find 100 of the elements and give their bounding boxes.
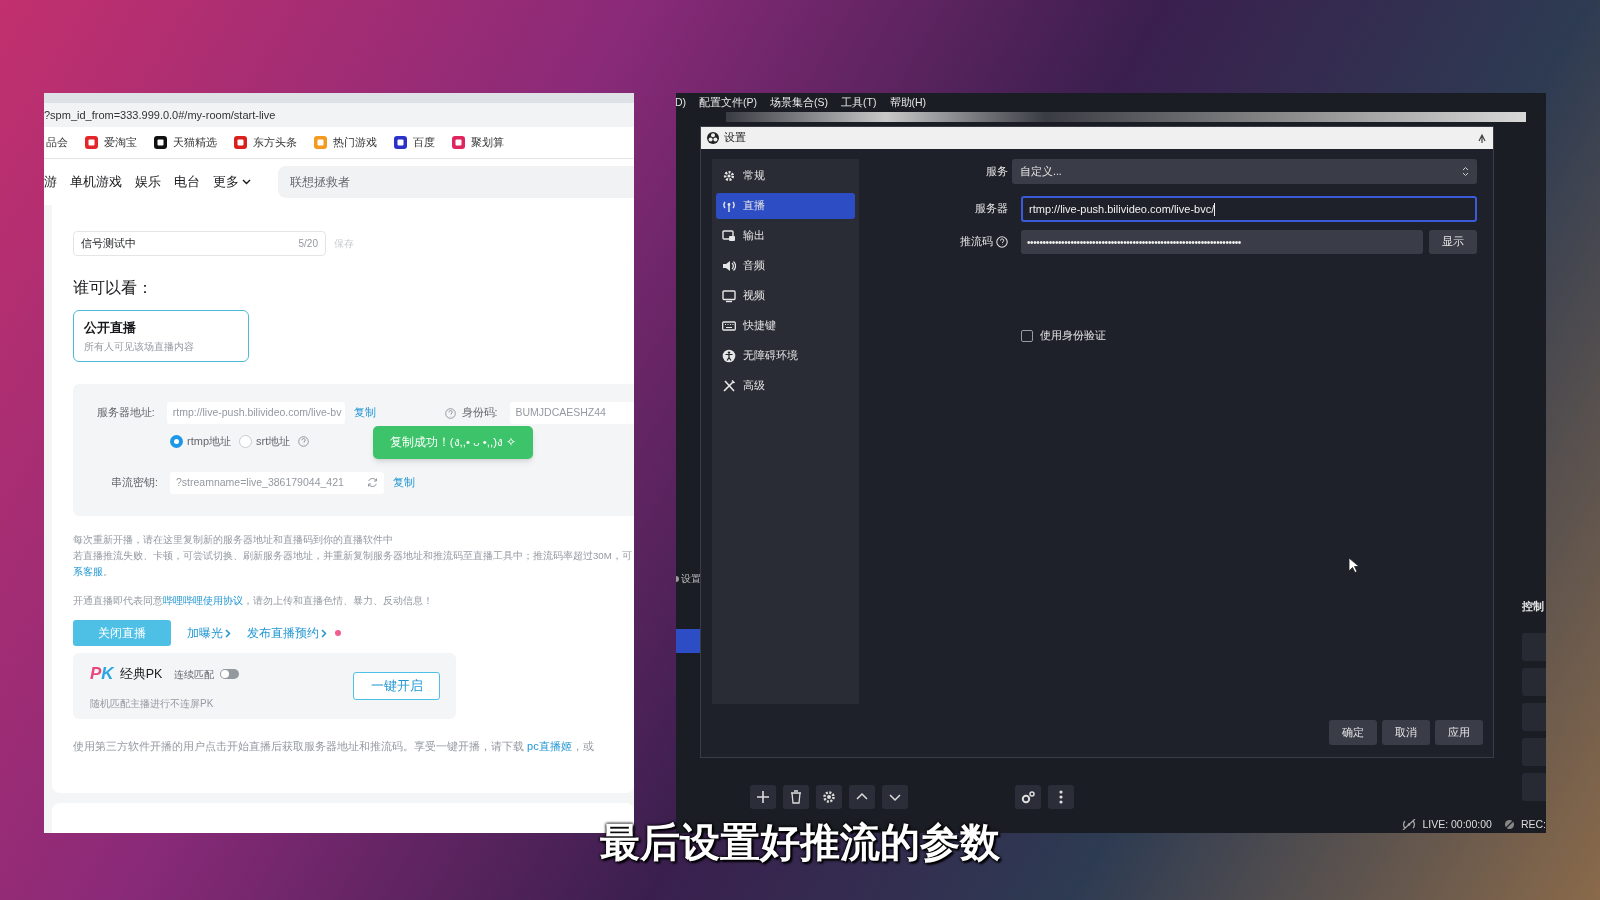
text-link[interactable]: 哔哩哔哩使用协议 [163,595,243,606]
gears-icon [1019,788,1037,806]
updown-icon [1462,166,1469,177]
footer-text: 使用第三方软件开播的用户点击开始直播后获取服务器地址和推流码。享受一键开播，请下载 pc直播姬，或 [73,739,594,754]
nav-link[interactable]: 游 [44,172,57,192]
toolbar-button[interactable] [750,785,776,809]
bookmark-link[interactable]: 热门游戏 [333,134,377,151]
title-field[interactable]: 信号测试中 5/20 [73,231,326,256]
sidebar-item[interactable]: 输出 [716,223,855,249]
field-label: 服务器 [975,201,1008,217]
radio-label: rtmp地址 [187,434,231,449]
speaker-icon [722,259,736,273]
sidebar-item[interactable]: 无障碍环境 [716,343,855,369]
agreement-text: 开通直播即代表同意哔哩哔哩使用协议，请勿上传和直播色情、暴力、反动信息！ [73,594,433,608]
toolbar-button[interactable] [849,785,875,809]
broadcast-icon [1402,819,1417,831]
action-link[interactable]: 加曝光 [187,624,231,642]
pk-logo: PK [90,663,114,686]
gear-icon [722,169,736,183]
nav-link[interactable]: 电台 [174,172,200,192]
sidebar-item[interactable]: 直播 [716,193,855,219]
text-link[interactable]: pc直播姬 [527,740,572,752]
app-logo-icon [707,132,719,144]
sidebar-item[interactable]: 快捷键 [716,313,855,339]
service-dropdown[interactable]: 自定义... [1012,159,1477,184]
bookmark-link[interactable]: 聚划算 [471,134,504,151]
server-field[interactable]: rtmp://live-push.bilivideo.com/live-bvc/ [1021,196,1477,222]
show-button[interactable]: 显示 [1429,230,1477,254]
gear-icon [820,788,838,806]
sidebar-item[interactable]: 视频 [716,283,855,309]
toolbar-button[interactable] [783,785,809,809]
more-menu[interactable]: 更多 [213,172,251,192]
monitor-icon [722,289,736,303]
menu-item[interactable]: 工具(T) [841,94,877,111]
radio-button[interactable] [170,434,183,448]
toolbar-button[interactable] [816,785,842,809]
menu-item[interactable]: 帮助(H) [889,94,927,111]
refresh-icon [367,477,378,488]
visibility-option[interactable]: 公开直播 所有人可见该场直播内容 [73,310,249,362]
notice-text: 每次重新开播，请在这里复制新的服务器地址和直播码到你的直播软件中 [73,533,393,547]
help-icon [444,407,456,419]
start-pk-button[interactable]: 一键开启 [353,672,440,700]
live-timer: LIVE: 00:00:00 [1422,817,1492,832]
field-label: 推流码 [960,234,993,250]
menu-item[interactable]: 场景集合(S) [770,94,829,111]
caret-icon [242,179,251,185]
bookmark-link[interactable]: 天猫精选 [173,134,217,151]
bookmark-link[interactable]: 品会 [46,134,68,151]
video-subtitle: 最后设置好推流的参数 [600,819,1000,868]
text-link[interactable]: 系客服 [73,566,103,577]
window-title: 设置 [724,130,746,146]
sidebar-item[interactable]: 常规 [716,163,855,189]
menu-item[interactable]: 配置文件(P) [699,94,758,111]
menu-item[interactable]: D) [676,94,687,111]
nav-link[interactable]: 单机游戏 [70,172,122,192]
pin-icon [1477,133,1487,143]
nav-link[interactable]: 娱乐 [135,172,161,192]
screen-icon [722,229,736,243]
sidebar-item[interactable]: 高级 [716,373,855,399]
bookmark-link[interactable]: 百度 [413,134,435,151]
address-bar-url[interactable]: ?spm_id_from=333.999.0.0#/my-room/start-live [44,106,276,124]
radio-button[interactable] [239,434,252,448]
toggle-label: 连续匹配 [174,667,215,682]
plus-icon [754,788,772,806]
recording-timer: REC: [1520,817,1546,832]
section-heading: 谁可以看： [73,278,153,298]
toolbar-button[interactable] [882,785,908,809]
selected-list-row [676,629,700,653]
help-icon [996,236,1008,248]
radio-label: srt地址 [256,434,291,449]
action-link[interactable]: 发布直播预约 [247,624,341,642]
stream-key-field[interactable]: ••••••••••••••••••••••••••••••••••••••••••••••••••••••••••••••••••••• [1021,230,1423,254]
bookmark-link[interactable]: 东方头条 [253,134,297,151]
pk-description: 随机匹配主播进行不连屏PK [90,696,215,711]
dialog-button[interactable]: 应用 [1435,720,1483,745]
bookmark-link[interactable]: 爱淘宝 [104,134,137,151]
notice-text: 若直播推流失败、卡顿，可尝试切换、刷新服务器地址，并重新复制服务器地址和推流码至直播工具中；推流码率超过30M，可 [73,549,632,563]
chevron-icon [225,628,231,638]
field-label: 服务器地址: [95,405,155,421]
checkbox[interactable] [1021,329,1033,342]
toggle-switch[interactable] [220,669,240,679]
cursor-icon [1348,557,1360,574]
notice-text: 系客服。 [73,565,113,579]
search-field[interactable]: 联想拯救者 [278,166,634,198]
dock-title: 设置 [681,572,701,586]
field-label: 串流密钥: [110,474,158,490]
keyboard-icon [722,319,736,333]
chevron-icon [321,628,327,638]
dialog-button[interactable]: 取消 [1382,720,1430,745]
pk-title: 经典PK [119,665,163,683]
field-label: 身份码: [461,405,498,421]
dock-title: 控制 [1522,599,1544,614]
person-icon [722,349,736,363]
field-label: 服务 [986,163,1008,179]
dialog-button[interactable]: 确定 [1329,720,1377,745]
field-value: 信号测试中 [81,236,136,252]
sidebar-item[interactable]: 音频 [716,253,855,279]
success-toast: 复制成功！(ง,,• ᴗ •,,)ง ✧ [373,426,533,459]
toolbar-button[interactable] [1015,785,1041,809]
gear-icon [676,574,679,585]
